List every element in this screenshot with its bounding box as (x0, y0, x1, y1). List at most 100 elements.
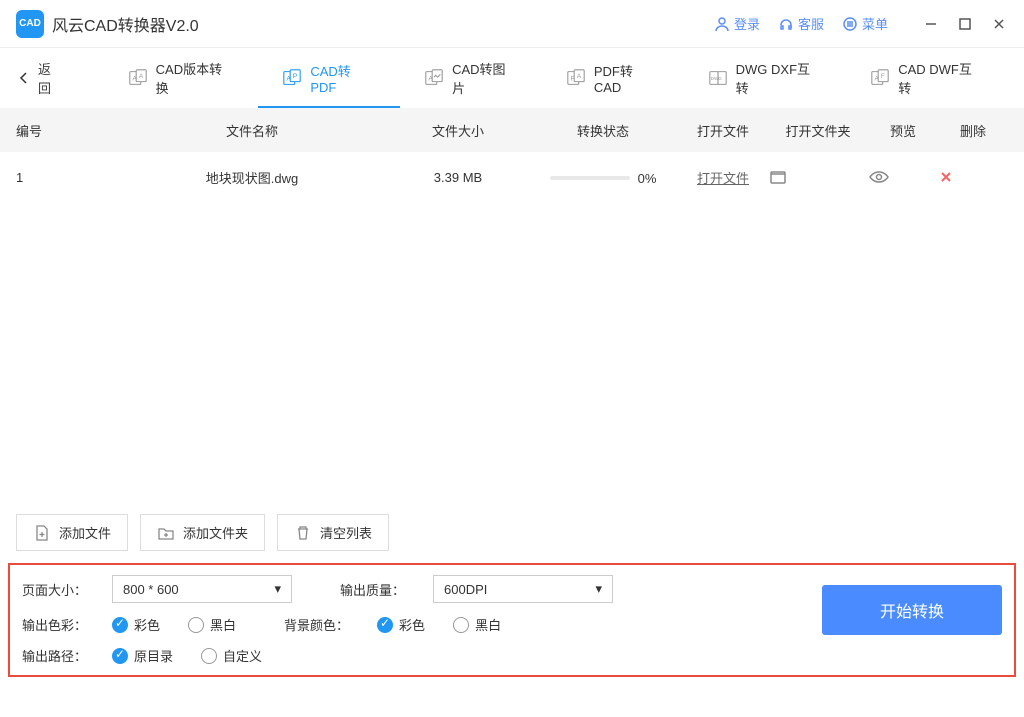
header-status: 转换状态 (528, 121, 678, 140)
page-size-select[interactable]: 800 * 600 ▾ (112, 575, 292, 603)
svg-text:P: P (293, 73, 297, 80)
cad-version-icon: AA (128, 68, 148, 88)
quality-value: 600DPI (444, 582, 487, 597)
login-label: 登录 (734, 14, 760, 33)
tab-cad-to-image[interactable]: A CAD转图片 (400, 48, 542, 108)
table-body: 1 地块现状图.dwg 3.39 MB 0% 打开文件 (0, 152, 1024, 502)
delete-icon[interactable] (938, 169, 1008, 185)
svg-text:A: A (139, 73, 144, 80)
header-name: 文件名称 (116, 121, 388, 140)
tab-label: CAD转图片 (452, 59, 518, 97)
header-num: 编号 (16, 121, 116, 140)
color-bw-label: 黑白 (210, 615, 236, 634)
titlebar: CAD 风云CAD转换器V2.0 登录 客服 菜单 (0, 0, 1024, 48)
clear-list-button[interactable]: 清空列表 (277, 514, 389, 551)
clear-label: 清空列表 (320, 523, 372, 542)
path-original-label: 原目录 (134, 646, 173, 665)
dwg-dxf-icon: DWG (708, 68, 728, 88)
color-color-label: 彩色 (134, 615, 160, 634)
open-file-link[interactable]: 打开文件 (697, 171, 749, 186)
radio-checked-icon (112, 648, 128, 664)
trash-icon (294, 524, 312, 542)
app-title: 风云CAD转换器V2.0 (52, 12, 714, 36)
radio-checked-icon (377, 617, 393, 633)
add-folder-icon (157, 524, 175, 542)
table-header: 编号 文件名称 文件大小 转换状态 打开文件 打开文件夹 预览 删除 (0, 108, 1024, 152)
tab-dwg-dxf[interactable]: DWG DWG DXF互转 (684, 48, 847, 108)
settings-panel: 页面大小： 800 * 600 ▾ 输出质量： 600DPI ▾ 输出色彩： 彩… (8, 563, 1016, 677)
bg-option-bw[interactable]: 黑白 (453, 615, 501, 634)
menu-button[interactable]: 菜单 (842, 14, 888, 33)
bg-color-label: 背景颜色： (284, 615, 349, 634)
tab-pdf-to-cad[interactable]: PA PDF转CAD (542, 48, 684, 108)
maximize-button[interactable] (956, 15, 974, 33)
header-open: 打开文件 (678, 121, 768, 140)
header-size: 文件大小 (388, 121, 528, 140)
open-folder-icon[interactable] (768, 167, 868, 187)
page-size-value: 800 * 600 (123, 582, 179, 597)
user-icon (714, 16, 730, 32)
tab-label: DWG DXF互转 (736, 59, 823, 97)
table-row: 1 地块现状图.dwg 3.39 MB 0% 打开文件 (0, 152, 1024, 202)
header-folder: 打开文件夹 (768, 121, 868, 140)
quality-select[interactable]: 600DPI ▾ (433, 575, 613, 603)
tab-cad-dwf[interactable]: AF CAD DWF互转 (846, 48, 1008, 108)
login-button[interactable]: 登录 (714, 14, 760, 33)
path-option-custom[interactable]: 自定义 (201, 646, 262, 665)
toolbar: 添加文件 添加文件夹 清空列表 (0, 502, 1024, 563)
svg-text:A: A (577, 73, 582, 80)
add-file-button[interactable]: 添加文件 (16, 514, 128, 551)
add-folder-button[interactable]: 添加文件夹 (140, 514, 265, 551)
radio-checked-icon (112, 617, 128, 633)
radio-icon (201, 648, 217, 664)
path-custom-label: 自定义 (223, 646, 262, 665)
arrow-left-icon (16, 70, 32, 86)
quality-label: 输出质量： (340, 580, 405, 599)
tab-label: CAD版本转换 (156, 59, 235, 97)
bg-option-color[interactable]: 彩色 (377, 615, 425, 634)
add-file-label: 添加文件 (59, 523, 111, 542)
headset-icon (778, 16, 794, 32)
bg-bw-label: 黑白 (475, 615, 501, 634)
tab-cad-to-pdf[interactable]: AP CAD转PDF (258, 48, 400, 108)
row-status: 0% (528, 168, 678, 186)
tab-label: CAD转PDF (310, 61, 376, 95)
support-button[interactable]: 客服 (778, 14, 824, 33)
output-path-label: 输出路径： (22, 646, 92, 665)
start-convert-button[interactable]: 开始转换 (822, 585, 1002, 635)
preview-icon[interactable] (868, 166, 938, 188)
row-size: 3.39 MB (388, 170, 528, 185)
tab-cad-version[interactable]: AA CAD版本转换 (104, 48, 259, 108)
cad-image-icon: A (424, 68, 444, 88)
path-option-original[interactable]: 原目录 (112, 646, 173, 665)
row-num: 1 (16, 170, 116, 185)
tab-bar: 返回 AA CAD版本转换 AP CAD转PDF A CAD转图片 PA PDF… (0, 48, 1024, 108)
color-option-bw[interactable]: 黑白 (188, 615, 236, 634)
app-logo: CAD (16, 10, 44, 38)
back-button[interactable]: 返回 (16, 59, 64, 97)
tab-label: PDF转CAD (594, 61, 660, 95)
page-size-label: 页面大小： (22, 580, 92, 599)
support-label: 客服 (798, 14, 824, 33)
chevron-down-icon: ▾ (274, 581, 281, 597)
radio-icon (188, 617, 204, 633)
menu-icon (842, 16, 858, 32)
add-file-icon (33, 524, 51, 542)
bg-color-label-text: 彩色 (399, 615, 425, 634)
output-color-label: 输出色彩： (22, 615, 92, 634)
minimize-button[interactable] (922, 15, 940, 33)
pdf-cad-icon: PA (566, 68, 586, 88)
row-filename: 地块现状图.dwg (116, 168, 388, 187)
radio-icon (453, 617, 469, 633)
add-folder-label: 添加文件夹 (183, 523, 248, 542)
color-option-color[interactable]: 彩色 (112, 615, 160, 634)
close-button[interactable] (990, 15, 1008, 33)
header-preview: 预览 (868, 121, 938, 140)
cad-dwf-icon: AF (870, 68, 890, 88)
back-label: 返回 (38, 59, 64, 97)
progress-pct: 0% (638, 171, 657, 186)
svg-text:F: F (881, 73, 885, 80)
header-delete: 删除 (938, 121, 1008, 140)
cad-pdf-icon: AP (282, 68, 302, 88)
chevron-down-icon: ▾ (595, 581, 602, 597)
